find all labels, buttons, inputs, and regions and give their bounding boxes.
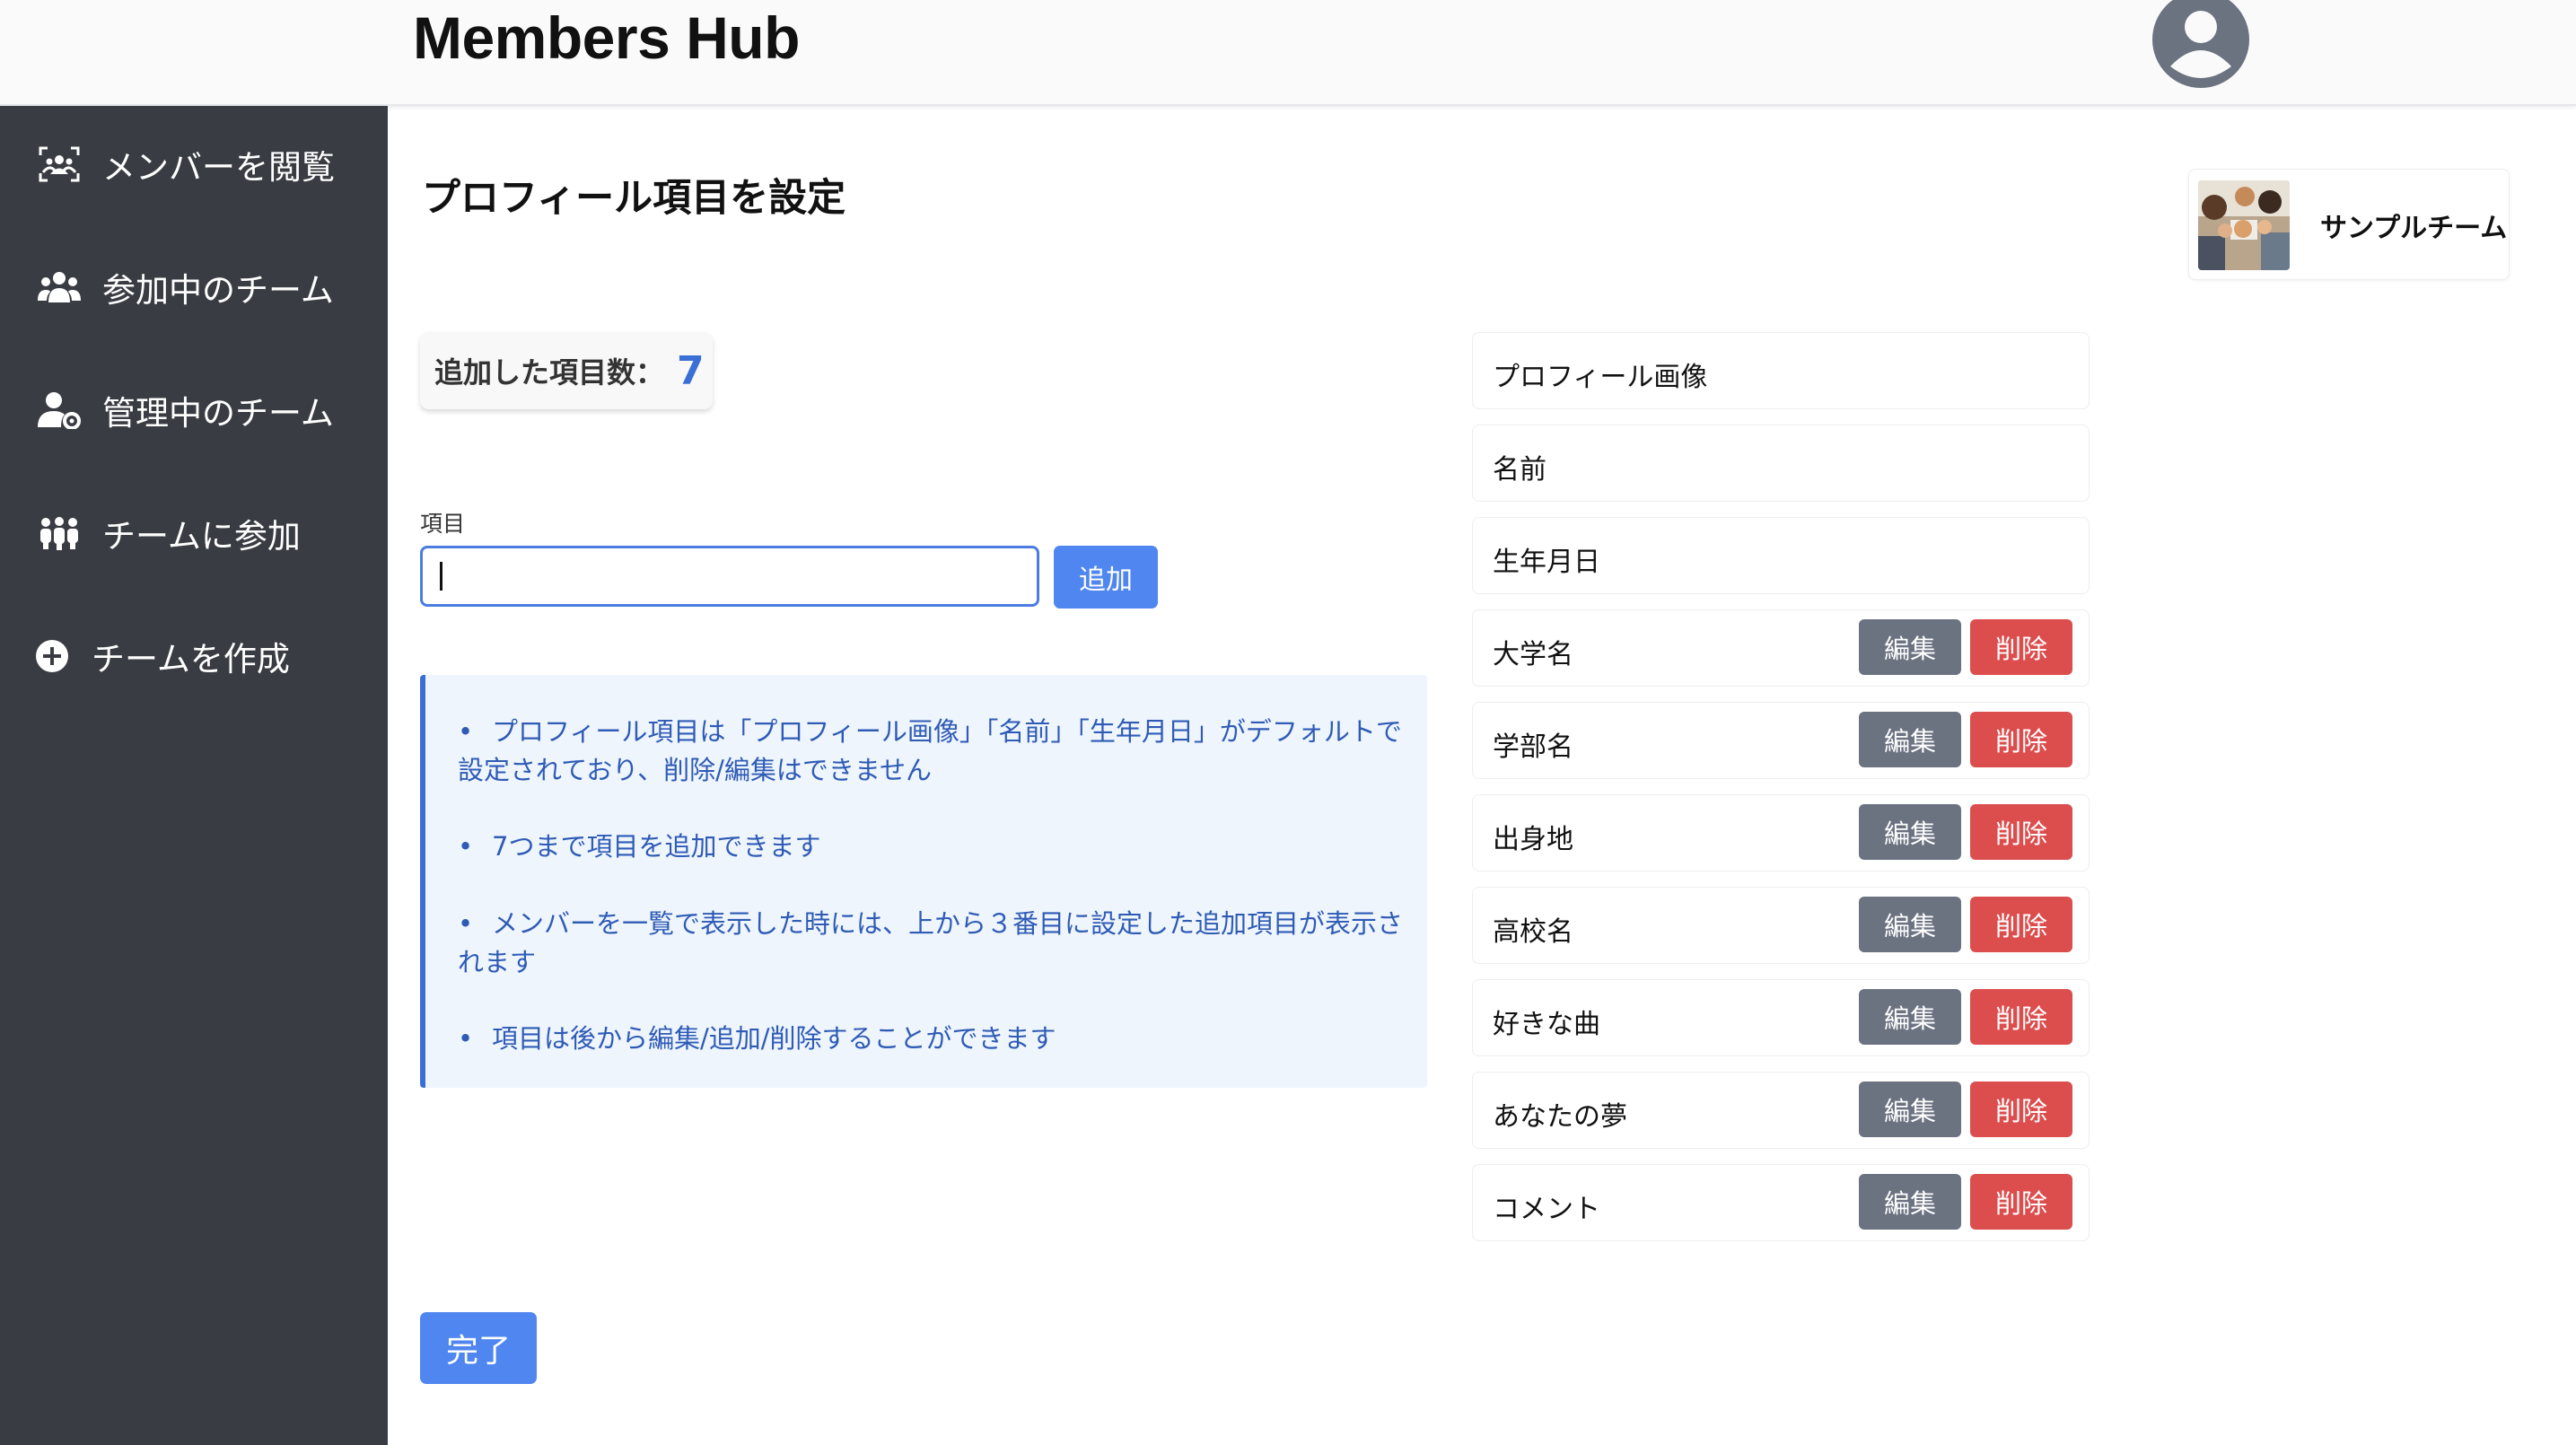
sidebar: メンバーを閲覧 参加中のチーム 管理中のチーム チームに参加 チームを作成	[0, 106, 388, 1445]
field-row-custom: コメント 編集 削除	[1472, 1164, 2090, 1241]
field-row-custom: 高校名 編集 削除	[1472, 887, 2090, 964]
sidebar-item-label: 管理中のチーム	[102, 394, 334, 433]
sidebar-item-label: 参加中のチーム	[102, 271, 334, 310]
team-card[interactable]: サンプルチーム	[2188, 169, 2510, 280]
item-count-label: 追加した項目数：	[434, 355, 665, 390]
delete-button[interactable]: 削除	[1970, 1174, 2072, 1230]
field-name: あなたの夢	[1493, 1101, 1627, 1133]
field-row-default: 名前	[1472, 425, 2090, 502]
item-count-value: 7	[677, 347, 705, 394]
item-input[interactable]	[420, 546, 1039, 607]
sidebar-item-create-team[interactable]: チームを作成	[0, 616, 388, 696]
info-box: • プロフィール項目は「プロフィール画像」「名前」「生年月日」がデフォルトで設定さ…	[420, 675, 1427, 1088]
item-field-label: 項目	[420, 511, 466, 537]
delete-button[interactable]: 削除	[1970, 1082, 2072, 1137]
field-row-custom: 出身地 編集 削除	[1472, 794, 2090, 871]
team-image	[2198, 180, 2290, 270]
info-text: 項目は後から編集/追加/削除することができます	[492, 1023, 1056, 1054]
sidebar-item-managed-teams[interactable]: 管理中のチーム	[0, 370, 388, 451]
field-name: 高校名	[1493, 916, 1573, 948]
avatar-icon[interactable]	[2151, 0, 2251, 90]
page-title: プロフィール項目を設定	[422, 176, 846, 221]
done-button[interactable]: 完了	[420, 1312, 537, 1384]
sidebar-item-joined-teams[interactable]: 参加中のチーム	[0, 247, 388, 328]
top-header: Members Hub	[0, 0, 2576, 106]
edit-button[interactable]: 編集	[1859, 712, 1961, 767]
sidebar-item-label: チームを作成	[92, 640, 290, 679]
info-item: • メンバーを一覧で表示した時には、上から３番目に設定した追加項目が表示されます	[458, 908, 1404, 977]
field-name: 大学名	[1493, 639, 1573, 670]
delete-button[interactable]: 削除	[1970, 619, 2072, 675]
delete-button[interactable]: 削除	[1970, 897, 2072, 952]
edit-button[interactable]: 編集	[1859, 804, 1961, 860]
edit-button[interactable]: 編集	[1859, 989, 1961, 1045]
group-icon	[38, 266, 81, 309]
delete-button[interactable]: 削除	[1970, 989, 2072, 1045]
info-text: 7つまで項目を追加できます	[492, 831, 821, 862]
field-name: プロフィール画像	[1493, 362, 1708, 393]
field-name: 学部名	[1493, 731, 1573, 763]
sidebar-item-join-team[interactable]: チームに参加	[0, 493, 388, 574]
sidebar-item-browse-members[interactable]: メンバーを閲覧	[0, 124, 388, 205]
field-name: コメント	[1493, 1194, 1600, 1225]
text-caret	[440, 562, 442, 591]
info-item: • プロフィール項目は「プロフィール画像」「名前」「生年月日」がデフォルトで設定さ…	[458, 716, 1402, 785]
field-row-custom: 好きな曲 編集 削除	[1472, 979, 2090, 1056]
field-name: 出身地	[1493, 824, 1573, 855]
field-row-custom: あなたの夢 編集 削除	[1472, 1072, 2090, 1149]
people-join-icon	[38, 512, 81, 555]
edit-button[interactable]: 編集	[1859, 619, 1961, 675]
plus-circle-icon	[31, 635, 74, 678]
members-scan-icon	[38, 143, 81, 186]
info-item: • 7つまで項目を追加できます	[458, 831, 821, 862]
sidebar-item-label: メンバーを閲覧	[102, 148, 335, 187]
app-title: Members Hub	[413, 4, 800, 71]
sidebar-item-label: チームに参加	[102, 517, 301, 556]
field-name: 名前	[1493, 454, 1546, 486]
info-text: プロフィール項目は「プロフィール画像」「名前」「生年月日」がデフォルトで設定され…	[458, 716, 1402, 785]
team-name: サンプルチーム	[2320, 213, 2508, 244]
delete-button[interactable]: 削除	[1970, 712, 2072, 767]
user-manage-icon	[38, 389, 81, 432]
field-row-custom: 学部名 編集 削除	[1472, 702, 2090, 779]
add-button[interactable]: 追加	[1054, 546, 1158, 609]
delete-button[interactable]: 削除	[1970, 804, 2072, 860]
field-name: 好きな曲	[1493, 1009, 1600, 1040]
edit-button[interactable]: 編集	[1859, 897, 1961, 952]
info-item: • 項目は後から編集/追加/削除することができます	[458, 1023, 1056, 1054]
item-count-card: 追加した項目数： 7	[420, 332, 713, 409]
field-row-default: 生年月日	[1472, 517, 2090, 594]
edit-button[interactable]: 編集	[1859, 1174, 1961, 1230]
field-row-default: プロフィール画像	[1472, 332, 2090, 409]
edit-button[interactable]: 編集	[1859, 1082, 1961, 1137]
field-name: 生年月日	[1493, 547, 1600, 578]
field-row-custom: 大学名 編集 削除	[1472, 609, 2090, 687]
info-text: メンバーを一覧で表示した時には、上から３番目に設定した追加項目が表示されます	[458, 908, 1404, 977]
